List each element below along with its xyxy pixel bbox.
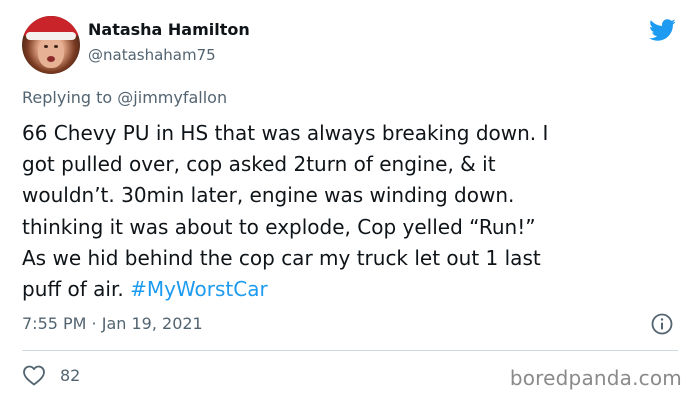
tweet-text-line: 66 Chevy PU in HS that was always breaki…: [22, 121, 549, 145]
avatar-eye: [44, 45, 48, 48]
reply-mention-link[interactable]: @jimmyfallon: [117, 88, 227, 107]
replying-to: Replying to @jimmyfallon: [22, 88, 227, 107]
avatar-hat-trim: [26, 32, 76, 40]
watermark: boredpanda.com: [509, 366, 682, 390]
divider: [22, 350, 678, 351]
tweet-text-line: As we hid behind the cop car my truck le…: [22, 245, 541, 270]
avatar-eye: [54, 45, 58, 48]
like-count: 82: [60, 365, 81, 385]
tweet-text-line: got pulled over, cop asked 2turn of engi…: [22, 152, 496, 177]
reply-prefix: Replying to: [22, 88, 118, 107]
user-handle[interactable]: @natashaham75: [88, 46, 216, 64]
tweet-timestamp[interactable]: 7:55 PM · Jan 19, 2021: [22, 314, 203, 333]
avatar-mouth: [47, 56, 55, 62]
tweet-text-line: thinking it was about to explode, Cop ye…: [22, 214, 536, 239]
hashtag-link[interactable]: #MyWorstCar: [130, 277, 268, 301]
tweet-text-tail: puff of air.: [22, 277, 131, 302]
tweet-text-last-line: puff of air. #MyWorstCar: [22, 274, 682, 305]
avatar[interactable]: [22, 16, 80, 74]
tweet-text-line: wouldn’t. 30min later, engine was windin…: [22, 183, 515, 208]
tweet-text: 66 Chevy PU in HS that was always breaki…: [22, 118, 682, 305]
avatar-face: [38, 36, 64, 68]
like-action[interactable]: 82: [22, 364, 80, 386]
info-icon[interactable]: [650, 312, 674, 336]
display-name[interactable]: Natasha Hamilton: [88, 20, 250, 39]
heart-icon[interactable]: [22, 364, 46, 386]
tweet-card: Natasha Hamilton @natashaham75 Replying …: [0, 0, 700, 402]
twitter-bird-icon[interactable]: [646, 16, 678, 44]
